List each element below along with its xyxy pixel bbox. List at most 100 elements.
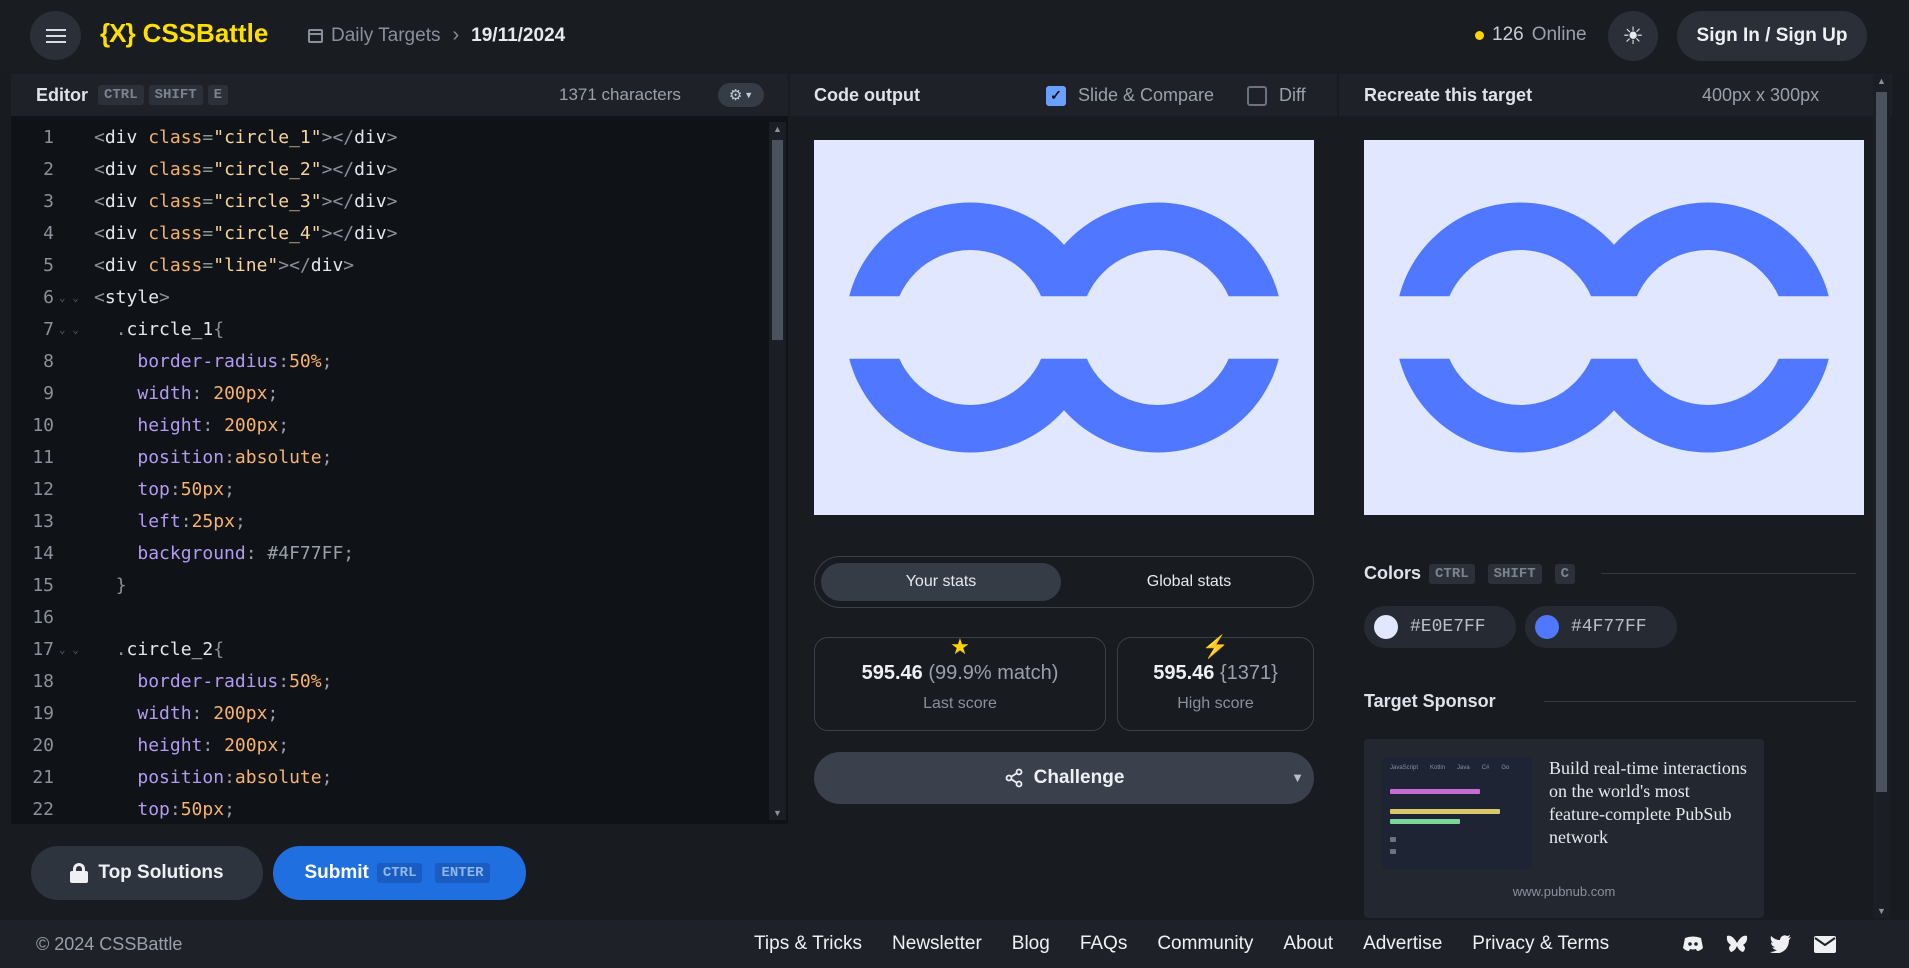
- kbd-shift: SHIFT: [1487, 563, 1542, 584]
- output-title: Code output: [814, 85, 920, 105]
- kbd-e: E: [207, 85, 229, 105]
- submit-label: Submit: [304, 862, 369, 883]
- code-line: 19 width: 200px;: [32, 703, 279, 724]
- divider: [1544, 701, 1856, 702]
- target-canvas[interactable]: [1364, 140, 1864, 515]
- last-score-card: ★ 595.46 (99.9% match) Last score: [814, 634, 1106, 731]
- code-line: 11 position:absolute;: [32, 447, 333, 468]
- calendar-icon: [308, 28, 323, 43]
- tab-global-stats[interactable]: Global stats: [1069, 563, 1309, 601]
- code-line: 21 position:absolute;: [32, 767, 333, 788]
- scroll-up-icon[interactable]: ▲: [773, 124, 782, 134]
- breadcrumb-current-date: 19/11/2024: [471, 24, 566, 46]
- target-title: Recreate this target: [1364, 85, 1533, 105]
- fold-icon[interactable]: ⌄ ⌄: [59, 314, 79, 346]
- footer-link-about[interactable]: About: [1283, 933, 1333, 955]
- scroll-down-icon[interactable]: ▼: [773, 808, 782, 818]
- output-panel: Code output ✓ Slide & Compare Diff Your …: [790, 74, 1337, 918]
- editor-header: Editor CTRL SHIFT E 1371 characters ⚙ ▼: [11, 74, 788, 116]
- last-score: 595.46: [861, 662, 923, 684]
- footer: © 2024 CSSBattle Tips & Tricks Newslette…: [0, 920, 1909, 968]
- code-line: 4 <div class="circle_4"></div>: [43, 223, 398, 244]
- high-score-label: High score: [1177, 695, 1254, 712]
- theme-toggle-button[interactable]: ☀: [1608, 11, 1658, 61]
- sponsor-image: JavaScript Kotlin Java C# Go: [1382, 757, 1532, 869]
- kbd-c: C: [1554, 563, 1576, 584]
- sponsor-card[interactable]: JavaScript Kotlin Java C# Go Build real-time…: [1364, 739, 1764, 918]
- footer-link-tips[interactable]: Tips & Tricks: [754, 933, 862, 955]
- code-line: 14 background: #4F77FF;: [32, 543, 355, 564]
- editor-scrollbar[interactable]: ▲ ▼: [769, 122, 786, 820]
- discord-icon[interactable]: [1681, 932, 1705, 956]
- colors-title: Colors: [1364, 563, 1422, 583]
- tab-your-stats[interactable]: Your stats: [821, 563, 1061, 601]
- last-score-value: 595.46 (99.9% match): [815, 662, 1105, 685]
- kbd-ctrl: CTRL: [376, 863, 423, 883]
- menu-button[interactable]: [30, 11, 81, 60]
- email-icon[interactable]: [1813, 932, 1837, 956]
- chevron-down-icon: ▼: [744, 90, 754, 100]
- color-swatch-bg[interactable]: #E0E7FF: [1364, 606, 1516, 648]
- code-line: 2 <div class="circle_2"></div>: [43, 159, 398, 180]
- code-line: 12 top:50px;: [32, 479, 235, 500]
- code-line: 7 ⌄ ⌄ .circle_1{: [11, 314, 766, 346]
- editor-settings-button[interactable]: ⚙ ▼: [718, 83, 764, 107]
- footer-link-newsletter[interactable]: Newsletter: [892, 933, 982, 955]
- bluesky-icon[interactable]: [1725, 932, 1749, 956]
- footer-social: [1681, 932, 1837, 956]
- character-count: 1371 characters: [559, 85, 681, 104]
- divider: [1601, 573, 1856, 574]
- code-line: 18 border-radius:50%;: [32, 671, 333, 692]
- footer-link-privacy[interactable]: Privacy & Terms: [1472, 933, 1609, 955]
- copyright: © 2024 CSSBattle: [36, 934, 183, 954]
- footer-link-faqs[interactable]: FAQs: [1080, 933, 1128, 955]
- fold-icon[interactable]: ⌄ ⌄: [59, 634, 79, 666]
- diff-toggle[interactable]: Diff: [1247, 85, 1306, 106]
- chevron-right-icon: ›: [452, 24, 460, 46]
- sponsor-url[interactable]: www.pubnub.com: [1364, 884, 1764, 899]
- scrollbar-thumb[interactable]: [1876, 92, 1887, 792]
- share-icon: [1005, 768, 1022, 788]
- online-count: 126: [1492, 24, 1524, 45]
- slide-compare-toggle[interactable]: ✓ Slide & Compare: [1046, 85, 1214, 106]
- chevron-down-icon[interactable]: ▼: [1291, 770, 1304, 785]
- target-scrollbar[interactable]: ▲ ▼: [1873, 74, 1890, 918]
- high-chars: {1371}: [1219, 662, 1278, 684]
- submit-button[interactable]: Submit CTRL ENTER: [273, 846, 526, 900]
- top-solutions-button[interactable]: Top Solutions: [31, 846, 263, 900]
- footer-link-blog[interactable]: Blog: [1012, 933, 1050, 955]
- logo-text: CSSBattle: [142, 18, 269, 48]
- logo[interactable]: {X} CSSBattle: [100, 18, 268, 49]
- logo-mark: {X}: [100, 18, 136, 48]
- footer-link-community[interactable]: Community: [1157, 933, 1253, 955]
- color-swatch-shape[interactable]: #4F77FF: [1525, 606, 1677, 648]
- signin-button[interactable]: Sign In / Sign Up: [1677, 11, 1867, 61]
- checkbox-checked-icon[interactable]: ✓: [1046, 85, 1066, 106]
- twitter-icon[interactable]: [1769, 932, 1793, 956]
- code-line: 6 ⌄ ⌄ <style>: [11, 282, 766, 314]
- target-shape: [1364, 140, 1864, 515]
- scrollbar-thumb[interactable]: [772, 140, 783, 340]
- code-editor[interactable]: 1 <div class="circle_1"></div> 2 <div clas…: [11, 122, 766, 900]
- code-line: 13 left:25px;: [32, 511, 246, 532]
- target-header: Recreate this target 400px x 300px: [1339, 74, 1892, 116]
- breadcrumb-daily-targets[interactable]: Daily Targets: [308, 25, 440, 47]
- kbd-ctrl: CTRL: [98, 85, 144, 105]
- target-dimensions: 400px x 300px: [1702, 85, 1820, 105]
- fold-icon[interactable]: ⌄ ⌄: [59, 282, 79, 314]
- scroll-up-icon[interactable]: ▲: [1877, 76, 1886, 86]
- output-canvas[interactable]: [814, 140, 1314, 515]
- challenge-button[interactable]: Challenge ▼: [814, 752, 1314, 804]
- footer-link-advertise[interactable]: Advertise: [1363, 933, 1442, 955]
- diff-label: Diff: [1279, 85, 1306, 105]
- high-score-value: 595.46 {1371}: [1118, 662, 1313, 685]
- breadcrumb: Daily Targets › 19/11/2024: [308, 24, 565, 47]
- lightning-icon: ⚡: [1201, 634, 1230, 659]
- lock-icon: [70, 863, 89, 883]
- scroll-down-icon[interactable]: ▼: [1877, 906, 1886, 916]
- code-line: 16: [32, 607, 54, 628]
- sponsor-title: Target Sponsor: [1364, 691, 1496, 711]
- slide-compare-label: Slide & Compare: [1078, 85, 1215, 105]
- checkbox-icon[interactable]: [1247, 85, 1267, 106]
- code-line: 22 top:50px;: [32, 799, 235, 820]
